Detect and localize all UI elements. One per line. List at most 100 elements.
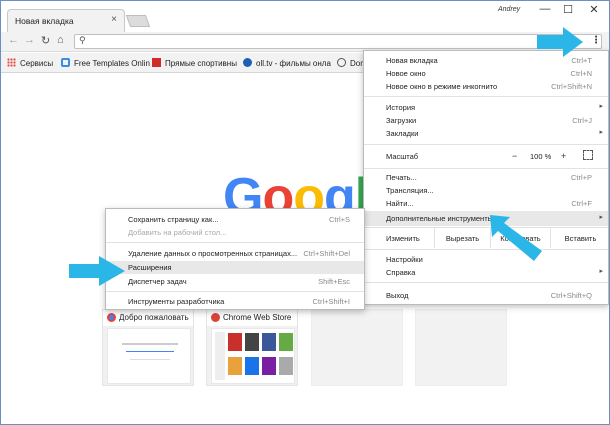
menu-shortcut: Shift+Esc — [318, 277, 350, 286]
menu-item-more-tools[interactable]: Дополнительные инструменты ▸ — [364, 211, 608, 226]
menu-separator — [364, 96, 608, 97]
zoom-in-button[interactable]: + — [561, 151, 566, 161]
submenu-arrow-icon: ▸ — [599, 129, 603, 136]
menu-edit-row: Изменить Вырезать Копировать Вставить — [364, 228, 608, 248]
tab-close-icon[interactable]: × — [111, 14, 117, 25]
menu-item-downloads[interactable]: Загрузки Ctrl+J — [364, 114, 608, 127]
reload-icon[interactable]: ↻ — [41, 34, 50, 47]
submenu-item-clear-data[interactable]: Удаление данных о просмотренных страница… — [106, 247, 364, 260]
tab-strip: Новая вкладка × Andrey — ☐ ✕ — [1, 1, 609, 32]
menu-label: Найти... — [386, 199, 414, 208]
minimize-icon[interactable]: — — [535, 3, 555, 15]
menu-shortcut: Ctrl+F — [571, 199, 592, 208]
menu-label: Настройки — [386, 255, 423, 264]
menu-label: Закладки — [386, 129, 419, 138]
bookmark-label: oll.tv - фильмы онла — [256, 59, 331, 68]
submenu-arrow-icon: ▸ — [599, 103, 603, 110]
menu-item-zoom: Масштаб − 100 % + — [364, 150, 608, 165]
callout-arrow-icon — [537, 27, 583, 57]
bookmark-free-templates[interactable]: Free Templates Onlin — [61, 58, 150, 68]
close-window-icon[interactable]: ✕ — [584, 3, 604, 16]
menu-label: Удаление данных о просмотренных страница… — [128, 249, 298, 258]
menu-shortcut: Ctrl+N — [570, 69, 592, 78]
thumbnail-webstore[interactable]: Chrome Web Store — [206, 309, 298, 386]
bookmark-olltv[interactable]: oll.tv - фильмы онла — [243, 58, 331, 68]
ft-icon — [61, 58, 70, 67]
menu-label: Инструменты разработчика — [128, 297, 225, 306]
menu-separator — [364, 282, 608, 283]
maximize-icon[interactable]: ☐ — [558, 3, 578, 16]
back-icon[interactable]: ← — [8, 34, 19, 46]
chrome-menu: Новая вкладка Ctrl+T Новое окно Ctrl+N Н… — [363, 50, 609, 305]
menu-separator — [364, 168, 608, 169]
submenu-item-add-desktop: Добавить на рабочий стол... — [106, 226, 364, 239]
thumbnail-preview — [211, 328, 295, 384]
sport-icon — [152, 58, 161, 67]
menu-label: Справка — [386, 268, 416, 277]
forward-icon[interactable]: → — [24, 34, 35, 46]
fullscreen-icon[interactable] — [583, 150, 593, 160]
bookmark-label: Сервисы — [20, 59, 54, 68]
bookmark-sport[interactable]: Прямые спортивны — [152, 58, 237, 68]
menu-label: История — [386, 103, 416, 112]
chrome-icon — [107, 313, 116, 322]
menu-item-new-window[interactable]: Новое окно Ctrl+N — [364, 67, 608, 80]
menu-label: Масштаб — [386, 152, 419, 161]
zoom-value: 100 % — [530, 152, 552, 161]
menu-label: Выход — [386, 291, 409, 300]
tab-title: Новая вкладка — [15, 16, 74, 26]
menu-item-help[interactable]: Справка ▸ — [364, 266, 608, 279]
webstore-icon — [211, 313, 220, 322]
menu-label: Загрузки — [386, 116, 417, 125]
menu-item-bookmarks[interactable]: Закладки ▸ — [364, 127, 608, 140]
apps-icon — [7, 58, 16, 67]
menu-label: Добавить на рабочий стол... — [128, 228, 227, 237]
submenu-item-extensions[interactable]: Расширения — [106, 261, 364, 274]
menu-shortcut: Ctrl+Shift+I — [312, 297, 350, 306]
menu-item-print[interactable]: Печать... Ctrl+P — [364, 171, 608, 184]
menu-separator — [364, 249, 608, 250]
thumbnail-empty — [415, 309, 507, 386]
menu-label: Изменить — [386, 234, 420, 243]
menu-shortcut: Ctrl+S — [328, 215, 350, 224]
chrome-menu-icon[interactable]: ⋮ — [591, 35, 601, 46]
menu-item-exit[interactable]: Выход Ctrl+Shift+Q — [364, 289, 608, 302]
menu-item-incognito[interactable]: Новое окно в режиме инкогнито Ctrl+Shift… — [364, 80, 608, 93]
submenu-item-task-manager[interactable]: Диспетчер задач Shift+Esc — [106, 275, 364, 288]
new-tab-button[interactable] — [125, 15, 151, 27]
submenu-item-devtools[interactable]: Инструменты разработчика Ctrl+Shift+I — [106, 295, 364, 308]
paste-button[interactable]: Вставить — [550, 228, 609, 248]
menu-label: Новое окно в режиме инкогнито — [386, 82, 498, 91]
menu-separator — [106, 291, 364, 292]
olltv-icon — [243, 58, 252, 67]
menu-label: Печать... — [386, 173, 417, 182]
menu-shortcut: Ctrl+J — [572, 116, 592, 125]
submenu-arrow-icon: ▸ — [599, 214, 603, 221]
profile-name[interactable]: Andrey — [498, 6, 520, 13]
dom-icon — [337, 58, 346, 67]
submenu-item-save-page[interactable]: Сохранить страницу как... Ctrl+S — [106, 213, 364, 226]
menu-shortcut: Ctrl+P — [570, 173, 592, 182]
callout-arrow-icon — [490, 215, 542, 261]
callout-arrow-icon — [69, 256, 125, 286]
menu-item-settings[interactable]: Настройки — [364, 253, 608, 266]
menu-item-cast[interactable]: Трансляция... — [364, 184, 608, 197]
cut-button[interactable]: Вырезать — [434, 228, 490, 248]
menu-item-find[interactable]: Найти... Ctrl+F — [364, 197, 608, 210]
menu-label: Дополнительные инструменты — [386, 214, 494, 223]
thumbnail-welcome[interactable]: Добро пожаловать — [102, 309, 194, 386]
more-tools-submenu: Сохранить страницу как... Ctrl+S Добавит… — [105, 208, 365, 310]
tab-new-tab[interactable]: Новая вкладка × — [7, 9, 125, 32]
home-icon[interactable]: ⌂ — [57, 34, 64, 46]
bookmark-label: Free Templates Onlin — [74, 59, 150, 68]
menu-label: Расширения — [128, 263, 172, 272]
menu-item-history[interactable]: История ▸ — [364, 101, 608, 114]
bookmark-label: Прямые спортивны — [165, 59, 237, 68]
bookmark-services[interactable]: Сервисы — [7, 58, 53, 68]
menu-label: Новая вкладка — [386, 56, 438, 65]
search-icon: ⚲ — [79, 35, 86, 45]
menu-separator — [106, 242, 364, 243]
zoom-out-button[interactable]: − — [512, 151, 517, 161]
thumbnail-title: Chrome Web Store — [207, 310, 297, 326]
address-bar[interactable]: ⚲ — [74, 34, 602, 49]
